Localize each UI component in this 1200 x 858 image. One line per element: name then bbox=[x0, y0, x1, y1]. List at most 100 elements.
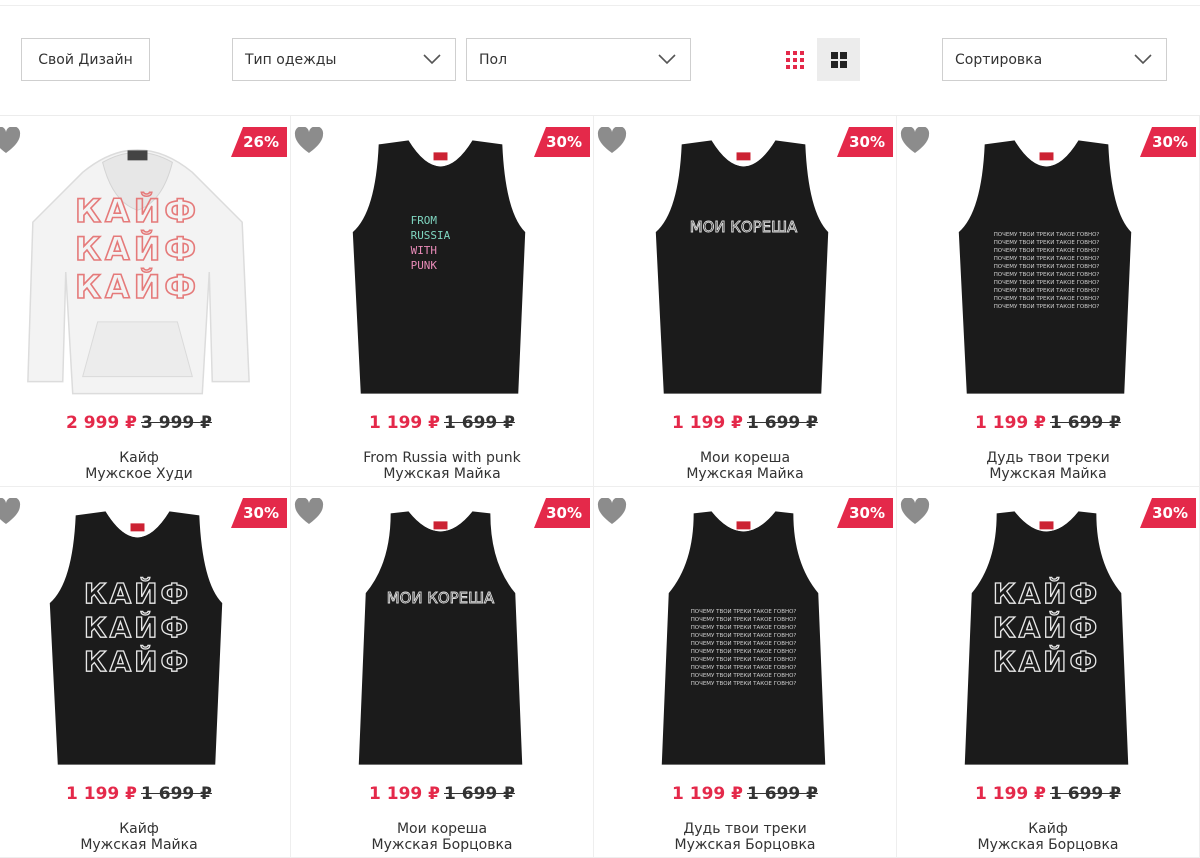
product-title[interactable]: From Russia with punk bbox=[291, 450, 593, 466]
product-image-tank[interactable]: ПОЧЕМУ ТВОИ ТРЕКИ ТАКОЕ ГОВНО? ПОЧЕМУ ТВ… bbox=[897, 132, 1199, 402]
svg-text:МОИ КОРЕША: МОИ КОРЕША bbox=[387, 589, 495, 607]
price-old: 1 699 ₽ bbox=[747, 413, 818, 433]
svg-text:ПОЧЕМУ ТВОИ ТРЕКИ ТАКОЕ ГОВНО?: ПОЧЕМУ ТВОИ ТРЕКИ ТАКОЕ ГОВНО? bbox=[691, 673, 797, 679]
price-current: 1 199 ₽ bbox=[66, 784, 137, 804]
svg-text:КАЙФ: КАЙФ bbox=[75, 268, 200, 306]
product-image-tank[interactable]: FROM RUSSIA WITH PUNK bbox=[291, 132, 593, 402]
svg-text:ПОЧЕМУ ТВОИ ТРЕКИ ТАКОЕ ГОВНО?: ПОЧЕМУ ТВОИ ТРЕКИ ТАКОЕ ГОВНО? bbox=[994, 296, 1100, 302]
product-card[interactable]: 30% МОИ КОРЕША 1 199 ₽1 699 ₽ Мои кореша… bbox=[594, 116, 897, 487]
price-old: 1 699 ₽ bbox=[1050, 784, 1121, 804]
chevron-down-icon bbox=[1134, 54, 1152, 65]
product-type: Мужская Борцовка bbox=[674, 837, 816, 853]
svg-text:ПОЧЕМУ ТВОИ ТРЕКИ ТАКОЕ ГОВНО?: ПОЧЕМУ ТВОИ ТРЕКИ ТАКОЕ ГОВНО? bbox=[691, 617, 797, 623]
product-card[interactable]: 30% КАЙФ КАЙФ КАЙФ 1 199 ₽1 699 ₽ Кайф М… bbox=[897, 487, 1200, 858]
view-small-grid-button[interactable] bbox=[773, 38, 816, 81]
product-card[interactable]: 30% ПОЧЕМУ ТВОИ ТРЕКИ ТАКОЕ ГОВНО? ПОЧЕМ… bbox=[594, 487, 897, 858]
clothing-type-select[interactable]: Тип одежды bbox=[232, 38, 456, 81]
svg-text:ПОЧЕМУ ТВОИ ТРЕКИ ТАКОЕ ГОВНО?: ПОЧЕМУ ТВОИ ТРЕКИ ТАКОЕ ГОВНО? bbox=[691, 657, 797, 663]
product-card[interactable]: 30% ПОЧЕМУ ТВОИ ТРЕКИ ТАКОЕ ГОВНО? ПОЧЕМ… bbox=[897, 116, 1200, 487]
clothing-type-label: Тип одежды bbox=[245, 51, 337, 68]
svg-text:ПОЧЕМУ ТВОИ ТРЕКИ ТАКОЕ ГОВНО?: ПОЧЕМУ ТВОИ ТРЕКИ ТАКОЕ ГОВНО? bbox=[994, 280, 1100, 286]
svg-text:ПОЧЕМУ ТВОИ ТРЕКИ ТАКОЕ ГОВНО?: ПОЧЕМУ ТВОИ ТРЕКИ ТАКОЕ ГОВНО? bbox=[994, 304, 1100, 310]
product-image-hoodie[interactable]: КАЙФ КАЙФ КАЙФ bbox=[0, 132, 290, 402]
product-card[interactable]: 26% КАЙФ КАЙФ КАЙФ 2 999 ₽3 999 ₽ Кайф М… bbox=[0, 116, 291, 487]
price-current: 1 199 ₽ bbox=[975, 784, 1046, 804]
price-old: 3 999 ₽ bbox=[141, 413, 212, 433]
product-title[interactable]: Мои кореша bbox=[594, 450, 896, 466]
svg-text:ПОЧЕМУ ТВОИ ТРЕКИ ТАКОЕ ГОВНО?: ПОЧЕМУ ТВОИ ТРЕКИ ТАКОЕ ГОВНО? bbox=[994, 232, 1100, 238]
product-title[interactable]: Кайф bbox=[897, 821, 1199, 837]
product-title[interactable]: Мои кореша bbox=[291, 821, 593, 837]
svg-text:ПОЧЕМУ ТВОИ ТРЕКИ ТАКОЕ ГОВНО?: ПОЧЕМУ ТВОИ ТРЕКИ ТАКОЕ ГОВНО? bbox=[691, 665, 797, 671]
price-old: 1 699 ₽ bbox=[444, 413, 515, 433]
svg-text:КАЙФ: КАЙФ bbox=[84, 610, 191, 644]
svg-text:КАЙФ: КАЙФ bbox=[75, 230, 200, 268]
product-title[interactable]: Кайф bbox=[0, 450, 290, 466]
price-current: 1 199 ₽ bbox=[975, 413, 1046, 433]
grid-small-icon bbox=[785, 50, 804, 69]
product-card[interactable]: 30% МОИ КОРЕША 1 199 ₽1 699 ₽ Мои кореша… bbox=[291, 487, 594, 858]
price-row: 1 199 ₽1 699 ₽ bbox=[291, 784, 593, 804]
price-current: 2 999 ₽ bbox=[66, 413, 137, 433]
product-image-racerback[interactable]: КАЙФ КАЙФ КАЙФ bbox=[897, 503, 1199, 773]
svg-text:ПОЧЕМУ ТВОИ ТРЕКИ ТАКОЕ ГОВНО?: ПОЧЕМУ ТВОИ ТРЕКИ ТАКОЕ ГОВНО? bbox=[994, 272, 1100, 278]
svg-text:PUNK: PUNK bbox=[411, 259, 438, 272]
price-current: 1 199 ₽ bbox=[672, 784, 743, 804]
price-row: 1 199 ₽1 699 ₽ bbox=[291, 413, 593, 433]
product-type: Мужская Майка bbox=[989, 466, 1107, 482]
price-current: 1 199 ₽ bbox=[672, 413, 743, 433]
svg-text:КАЙФ: КАЙФ bbox=[84, 576, 191, 610]
svg-text:ПОЧЕМУ ТВОИ ТРЕКИ ТАКОЕ ГОВНО?: ПОЧЕМУ ТВОИ ТРЕКИ ТАКОЕ ГОВНО? bbox=[691, 649, 797, 655]
sort-select[interactable]: Сортировка bbox=[942, 38, 1167, 81]
svg-text:КАЙФ: КАЙФ bbox=[75, 192, 200, 230]
product-card[interactable]: 30% КАЙФ КАЙФ КАЙФ 1 199 ₽1 699 ₽ Кайф М… bbox=[0, 487, 291, 858]
product-image-racerback[interactable]: МОИ КОРЕША bbox=[291, 503, 593, 773]
svg-text:КАЙФ: КАЙФ bbox=[993, 576, 1100, 610]
price-row: 1 199 ₽1 699 ₽ bbox=[0, 784, 290, 804]
svg-text:ПОЧЕМУ ТВОИ ТРЕКИ ТАКОЕ ГОВНО?: ПОЧЕМУ ТВОИ ТРЕКИ ТАКОЕ ГОВНО? bbox=[994, 256, 1100, 262]
view-large-grid-button[interactable] bbox=[817, 38, 860, 81]
svg-text:ПОЧЕМУ ТВОИ ТРЕКИ ТАКОЕ ГОВНО?: ПОЧЕМУ ТВОИ ТРЕКИ ТАКОЕ ГОВНО? bbox=[994, 240, 1100, 246]
product-title[interactable]: Дудь твои треки bbox=[897, 450, 1199, 466]
price-row: 1 199 ₽1 699 ₽ bbox=[594, 413, 896, 433]
price-old: 1 699 ₽ bbox=[1050, 413, 1121, 433]
svg-text:КАЙФ: КАЙФ bbox=[993, 610, 1100, 644]
svg-text:FROM: FROM bbox=[411, 214, 438, 227]
product-type: Мужское Худи bbox=[85, 466, 193, 482]
sort-label: Сортировка bbox=[955, 51, 1043, 68]
svg-text:ПОЧЕМУ ТВОИ ТРЕКИ ТАКОЕ ГОВНО?: ПОЧЕМУ ТВОИ ТРЕКИ ТАКОЕ ГОВНО? bbox=[691, 609, 797, 615]
gender-select[interactable]: Пол bbox=[466, 38, 691, 81]
price-row: 1 199 ₽1 699 ₽ bbox=[594, 784, 896, 804]
product-image-tank[interactable]: МОИ КОРЕША bbox=[594, 132, 896, 402]
svg-text:RUSSIA: RUSSIA bbox=[411, 229, 451, 242]
svg-text:ПОЧЕМУ ТВОИ ТРЕКИ ТАКОЕ ГОВНО?: ПОЧЕМУ ТВОИ ТРЕКИ ТАКОЕ ГОВНО? bbox=[994, 288, 1100, 294]
product-type: Мужская Майка bbox=[383, 466, 501, 482]
price-old: 1 699 ₽ bbox=[747, 784, 818, 804]
price-row: 2 999 ₽3 999 ₽ bbox=[0, 413, 290, 433]
price-old: 1 699 ₽ bbox=[444, 784, 515, 804]
product-title[interactable]: Дудь твои треки bbox=[594, 821, 896, 837]
product-image-tank[interactable]: КАЙФ КАЙФ КАЙФ bbox=[0, 503, 290, 773]
product-image-racerback[interactable]: ПОЧЕМУ ТВОИ ТРЕКИ ТАКОЕ ГОВНО? ПОЧЕМУ ТВ… bbox=[594, 503, 896, 773]
price-current: 1 199 ₽ bbox=[369, 413, 440, 433]
product-type: Мужская Майка bbox=[686, 466, 804, 482]
svg-text:ПОЧЕМУ ТВОИ ТРЕКИ ТАКОЕ ГОВНО?: ПОЧЕМУ ТВОИ ТРЕКИ ТАКОЕ ГОВНО? bbox=[691, 681, 797, 687]
product-type: Мужская Борцовка bbox=[371, 837, 513, 853]
gender-label: Пол bbox=[479, 51, 508, 68]
svg-text:ПОЧЕМУ ТВОИ ТРЕКИ ТАКОЕ ГОВНО?: ПОЧЕМУ ТВОИ ТРЕКИ ТАКОЕ ГОВНО? bbox=[691, 625, 797, 631]
product-type: Мужская Борцовка bbox=[977, 837, 1119, 853]
top-divider bbox=[0, 5, 1200, 6]
price-row: 1 199 ₽1 699 ₽ bbox=[897, 784, 1199, 804]
svg-text:ПОЧЕМУ ТВОИ ТРЕКИ ТАКОЕ ГОВНО?: ПОЧЕМУ ТВОИ ТРЕКИ ТАКОЕ ГОВНО? bbox=[691, 641, 797, 647]
price-current: 1 199 ₽ bbox=[369, 784, 440, 804]
price-row: 1 199 ₽1 699 ₽ bbox=[897, 413, 1199, 433]
chevron-down-icon bbox=[658, 54, 676, 65]
svg-text:ПОЧЕМУ ТВОИ ТРЕКИ ТАКОЕ ГОВНО?: ПОЧЕМУ ТВОИ ТРЕКИ ТАКОЕ ГОВНО? bbox=[994, 264, 1100, 270]
product-title[interactable]: Кайф bbox=[0, 821, 290, 837]
custom-design-button[interactable]: Свой Дизайн bbox=[21, 38, 150, 81]
price-old: 1 699 ₽ bbox=[141, 784, 212, 804]
product-card[interactable]: 30% FROM RUSSIA WITH PUNK 1 199 ₽1 699 ₽… bbox=[291, 116, 594, 487]
svg-text:МОИ КОРЕША: МОИ КОРЕША bbox=[690, 218, 798, 236]
product-type: Мужская Майка bbox=[80, 837, 198, 853]
svg-text:КАЙФ: КАЙФ bbox=[84, 644, 191, 678]
